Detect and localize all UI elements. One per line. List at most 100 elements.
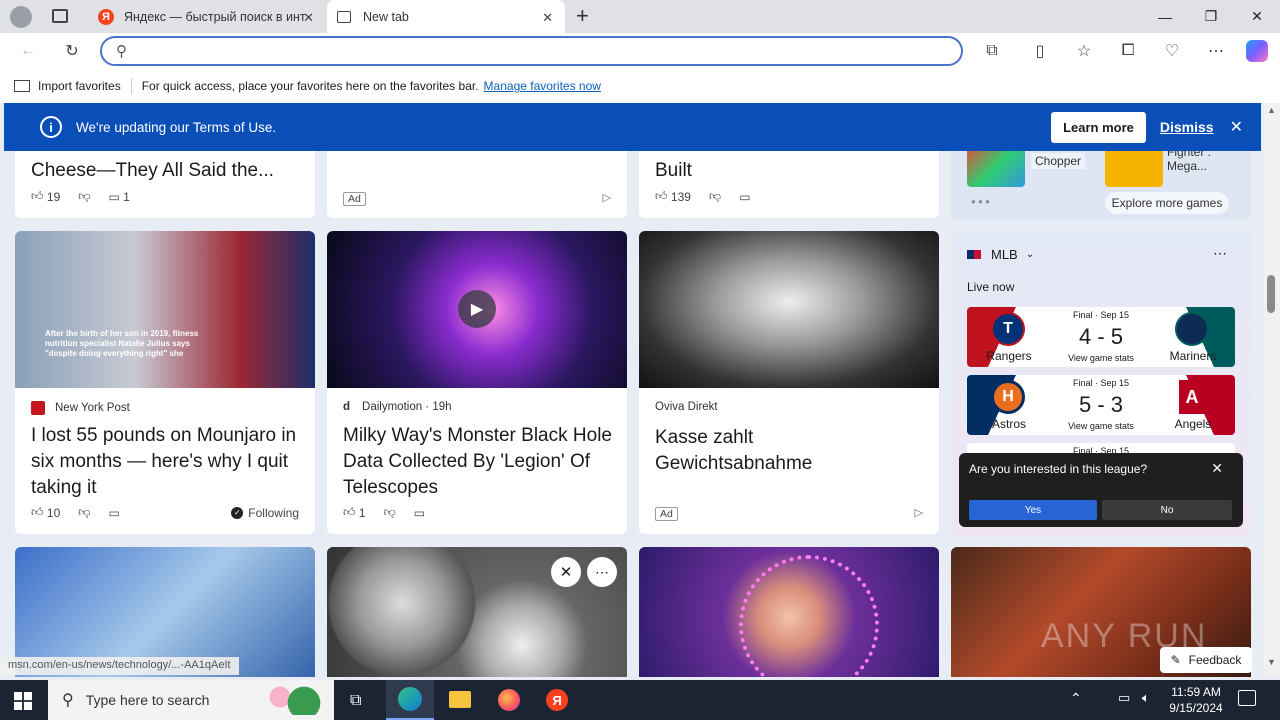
address-bar[interactable]: ⚲ xyxy=(100,36,963,66)
mlb-header[interactable]: MLB ⌄ xyxy=(967,247,1034,262)
league-title: MLB xyxy=(991,247,1018,262)
learn-more-button[interactable]: Learn more xyxy=(1051,111,1146,143)
scroll-thumb[interactable] xyxy=(1267,275,1275,313)
windows-start-icon[interactable] xyxy=(14,692,32,710)
clock[interactable]: 11:59 AM 9/15/2024 xyxy=(1164,684,1228,716)
view-stats-link[interactable]: View game stats xyxy=(1051,421,1151,431)
close-icon[interactable]: ✕ xyxy=(1211,460,1223,477)
like-icon[interactable]: 👍︎ xyxy=(31,505,44,520)
like-icon[interactable]: 👍︎ xyxy=(655,189,668,204)
mariners-logo-icon xyxy=(1175,312,1209,346)
comment-icon[interactable]: ▭ xyxy=(108,506,119,520)
task-view-icon[interactable]: ⧉ xyxy=(350,692,361,710)
play-icon[interactable]: ▶ xyxy=(458,290,496,328)
explore-games-button[interactable]: Explore more games xyxy=(1105,192,1229,214)
tab-actions-icon[interactable] xyxy=(52,9,68,23)
news-card[interactable]: Built 👍︎ 139 👎︎ ▭ xyxy=(639,143,939,218)
comment-icon[interactable]: ▭ xyxy=(108,190,119,204)
game-row[interactable]: H A Astros Angels Final · Sep 15 5 - 3 V… xyxy=(967,375,1235,435)
yes-button[interactable]: Yes xyxy=(969,500,1097,520)
notifications-icon[interactable] xyxy=(1238,690,1256,706)
no-button[interactable]: No xyxy=(1102,500,1232,520)
network-icon[interactable]: ▭ xyxy=(1118,690,1130,706)
like-count: 139 xyxy=(670,189,691,204)
dislike-icon[interactable]: 👎︎ xyxy=(384,505,396,520)
image-caption: After the birth of her son in 2019, fitn… xyxy=(45,329,199,358)
firefox-icon[interactable] xyxy=(498,689,520,711)
dismiss-card-button[interactable]: ✕ xyxy=(551,557,581,587)
dislike-icon[interactable]: 👎︎ xyxy=(78,505,90,520)
taskbar-search[interactable]: ⚲ Type here to search xyxy=(48,680,334,720)
team-name: Rangers xyxy=(986,349,1032,363)
back-arrow-icon[interactable]: ← xyxy=(16,39,40,63)
dislike-icon[interactable]: 👎︎ xyxy=(709,189,721,204)
feedback-button[interactable]: ✎ Feedback xyxy=(1160,647,1252,673)
scroll-down-icon[interactable]: ▼ xyxy=(1267,657,1276,667)
news-card[interactable]: ▶ d Dailymotion · 19h Milky Way's Monste… xyxy=(327,231,627,534)
following-badge[interactable]: ✓ Following xyxy=(231,506,299,520)
manage-favorites-link[interactable]: Manage favorites now xyxy=(484,79,601,93)
more-options-icon[interactable]: ⋯ xyxy=(1213,245,1227,262)
game-thumb-fighter[interactable] xyxy=(1105,145,1163,187)
ad-choices-icon[interactable]: ▷ xyxy=(603,191,611,204)
check-icon: ✓ xyxy=(231,506,244,519)
ad-card[interactable]: Ad ▷ xyxy=(327,143,627,218)
close-window-button[interactable]: ✕ xyxy=(1234,0,1280,33)
video-thumbnail[interactable]: ▶ xyxy=(327,231,627,388)
favbar-divider xyxy=(130,78,132,94)
carousel-dots[interactable]: ● ● ● xyxy=(971,197,990,206)
comment-icon[interactable]: ▭ xyxy=(414,506,425,520)
close-icon[interactable]: ✕ xyxy=(1230,117,1243,137)
scroll-up-icon[interactable]: ▲ xyxy=(1267,105,1276,115)
game-title[interactable]: Chopper xyxy=(1031,153,1086,169)
volume-icon[interactable]: 🔈︎ xyxy=(1142,690,1150,706)
card-headline: Built xyxy=(655,160,692,181)
restore-button[interactable]: ❐ xyxy=(1188,0,1234,33)
ad-choices-icon[interactable]: ▷ xyxy=(915,506,923,519)
ad-card[interactable]: Oviva Direkt Kasse zahlt Gewichtsabnahme… xyxy=(639,231,939,534)
minimize-button[interactable]: — xyxy=(1142,0,1188,33)
game-row[interactable]: T Rangers Mariners Final · Sep 15 4 - 5 … xyxy=(967,307,1235,367)
show-hidden-icons[interactable]: ⌃ xyxy=(1070,690,1082,707)
comment-count: 1 xyxy=(123,189,130,204)
view-stats-link[interactable]: View game stats xyxy=(1051,353,1151,363)
dislike-icon[interactable]: 👎︎ xyxy=(78,189,90,204)
card-more-options-icon[interactable]: ⋯ xyxy=(587,557,617,587)
live-now-label: Live now xyxy=(967,280,1015,294)
news-card[interactable]: Cheese—They All Said the... 👍︎ 19 👎︎ ▭ 1 xyxy=(15,143,315,218)
refresh-icon[interactable]: ↻ xyxy=(60,39,84,63)
card-headline: Milky Way's Monster Black Hole Data Coll… xyxy=(343,425,612,498)
team-name: Mariners xyxy=(1169,349,1217,363)
news-card[interactable]: ✕ ⋯ xyxy=(327,547,627,677)
news-card[interactable]: After the birth of her son in 2019, fitn… xyxy=(15,231,315,534)
tab-yandex[interactable]: Я Яндекс — быстрый поиск в инт ✕ xyxy=(86,0,326,33)
tab-new-tab[interactable]: New tab ✕ xyxy=(327,0,565,33)
game-thumb-chopper[interactable] xyxy=(967,145,1025,187)
game-status: Final · Sep 15 xyxy=(1072,378,1130,388)
extensions-icon[interactable]: ⧉ xyxy=(980,39,1004,63)
news-card[interactable] xyxy=(639,547,939,677)
ad-image xyxy=(639,231,939,388)
like-icon[interactable]: 👍︎ xyxy=(31,189,44,204)
comment-icon[interactable]: ▭ xyxy=(739,190,750,204)
file-explorer-icon[interactable] xyxy=(449,691,471,708)
close-tab-icon[interactable]: ✕ xyxy=(542,10,553,26)
search-icon: ⚲ xyxy=(116,43,127,60)
browser-essentials-icon[interactable]: ♡ xyxy=(1160,39,1184,63)
scrollbar[interactable]: ▲ ▼ xyxy=(1263,103,1280,677)
split-screen-icon[interactable]: ▯ xyxy=(1028,39,1052,63)
close-tab-icon[interactable]: ✕ xyxy=(303,10,314,26)
copilot-icon[interactable] xyxy=(1246,40,1268,62)
like-icon[interactable]: 👍︎ xyxy=(343,505,356,520)
banner-text: We're updating our Terms of Use. xyxy=(76,119,277,135)
profile-icon[interactable] xyxy=(10,6,32,28)
dismiss-link[interactable]: Dismiss xyxy=(1160,119,1214,135)
address-input[interactable] xyxy=(146,41,926,61)
favorites-icon[interactable]: ☆ xyxy=(1072,39,1096,63)
edge-taskbar-icon[interactable] xyxy=(386,680,434,720)
new-tab-button[interactable]: + xyxy=(576,3,589,29)
import-favorites-button[interactable]: Import favorites xyxy=(38,79,121,93)
more-options-icon[interactable]: ⋯ xyxy=(1204,39,1228,63)
yandex-browser-icon[interactable]: Я xyxy=(546,689,568,711)
collections-icon[interactable]: ⧠ xyxy=(1116,39,1140,63)
